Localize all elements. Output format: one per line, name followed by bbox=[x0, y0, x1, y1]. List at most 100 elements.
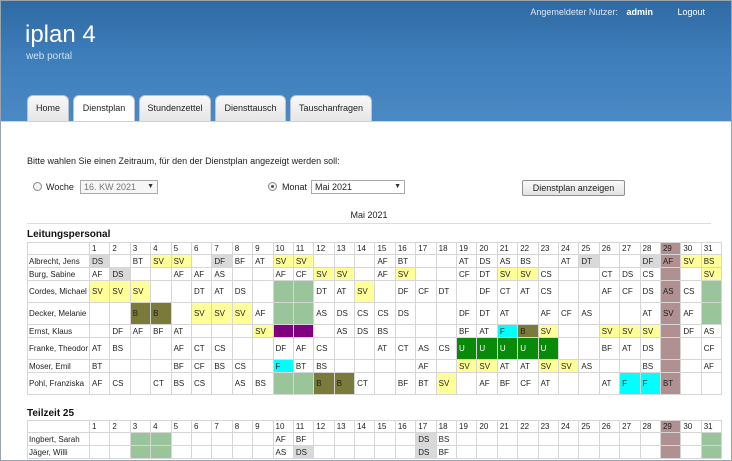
tab-home[interactable]: Home bbox=[27, 95, 69, 121]
shift-cell[interactable] bbox=[456, 280, 478, 303]
shift-cell[interactable] bbox=[252, 267, 274, 281]
shift-cell[interactable] bbox=[578, 432, 600, 446]
shift-cell[interactable] bbox=[557, 432, 580, 446]
shift-cell[interactable] bbox=[659, 359, 682, 373]
shift-cell[interactable] bbox=[557, 280, 580, 303]
shift-cell[interactable]: BF bbox=[598, 337, 621, 360]
shift-cell[interactable] bbox=[496, 445, 519, 459]
shift-cell[interactable]: CS bbox=[537, 280, 559, 303]
shift-cell[interactable]: DT bbox=[190, 280, 213, 303]
shift-cell[interactable]: CS bbox=[435, 337, 458, 360]
shift-cell[interactable] bbox=[333, 337, 356, 360]
shift-cell[interactable] bbox=[150, 280, 172, 303]
shift-cell[interactable]: CF bbox=[190, 359, 213, 373]
shift-cell[interactable] bbox=[354, 267, 376, 281]
shift-cell[interactable]: DS bbox=[639, 337, 661, 360]
shift-cell[interactable] bbox=[537, 445, 559, 459]
shift-cell[interactable] bbox=[129, 372, 152, 395]
shift-cell[interactable]: U bbox=[476, 337, 498, 360]
shift-cell[interactable] bbox=[333, 359, 356, 373]
shift-cell[interactable]: BF bbox=[150, 324, 172, 338]
shift-cell[interactable]: DT bbox=[435, 280, 458, 303]
shift-cell[interactable]: CS bbox=[639, 267, 661, 281]
shift-cell[interactable]: DF bbox=[211, 254, 233, 268]
shift-cell[interactable]: CT bbox=[190, 337, 213, 360]
shift-cell[interactable]: F bbox=[272, 359, 294, 373]
shift-cell[interactable]: F bbox=[496, 324, 519, 338]
shift-cell[interactable] bbox=[190, 324, 213, 338]
shift-cell[interactable] bbox=[272, 324, 294, 338]
shift-cell[interactable]: AS bbox=[415, 337, 437, 360]
shift-cell[interactable] bbox=[598, 302, 621, 325]
shift-cell[interactable]: SV bbox=[496, 267, 519, 281]
shift-cell[interactable] bbox=[150, 359, 172, 373]
shift-cell[interactable]: CS bbox=[109, 372, 131, 395]
shift-cell[interactable] bbox=[659, 432, 682, 446]
shift-cell[interactable] bbox=[313, 432, 335, 446]
shift-cell[interactable]: B bbox=[129, 302, 152, 325]
shift-cell[interactable] bbox=[354, 445, 376, 459]
shift-cell[interactable] bbox=[211, 432, 233, 446]
tab-dienstplan[interactable]: Dienstplan bbox=[73, 95, 135, 122]
shift-cell[interactable]: DF bbox=[476, 280, 498, 303]
shift-cell[interactable] bbox=[252, 432, 274, 446]
shift-cell[interactable] bbox=[578, 267, 600, 281]
shift-cell[interactable] bbox=[333, 254, 356, 268]
shift-cell[interactable]: SV bbox=[476, 359, 498, 373]
shift-cell[interactable]: SV bbox=[557, 359, 580, 373]
month-select[interactable]: Mai 2021 ▼ bbox=[311, 180, 405, 194]
shift-cell[interactable]: SV bbox=[150, 254, 172, 268]
shift-cell[interactable] bbox=[435, 302, 458, 325]
shift-cell[interactable] bbox=[476, 445, 498, 459]
shift-cell[interactable]: AT bbox=[170, 324, 192, 338]
shift-cell[interactable] bbox=[374, 445, 396, 459]
shift-cell[interactable] bbox=[150, 267, 172, 281]
shift-cell[interactable] bbox=[659, 267, 682, 281]
shift-cell[interactable]: U bbox=[456, 337, 478, 360]
shift-cell[interactable] bbox=[354, 254, 376, 268]
shift-cell[interactable] bbox=[456, 432, 478, 446]
shift-cell[interactable]: SV bbox=[598, 324, 621, 338]
shift-cell[interactable] bbox=[190, 432, 213, 446]
shift-cell[interactable]: AF bbox=[272, 432, 294, 446]
shift-cell[interactable] bbox=[231, 445, 254, 459]
shift-cell[interactable]: U bbox=[496, 337, 519, 360]
shift-cell[interactable] bbox=[619, 302, 641, 325]
shift-cell[interactable]: CF bbox=[292, 267, 315, 281]
shift-cell[interactable] bbox=[354, 337, 376, 360]
month-radio[interactable] bbox=[268, 182, 277, 191]
shift-cell[interactable] bbox=[578, 280, 600, 303]
shift-cell[interactable] bbox=[496, 432, 519, 446]
shift-cell[interactable] bbox=[659, 445, 682, 459]
shift-cell[interactable]: SV bbox=[190, 302, 213, 325]
shift-cell[interactable]: U bbox=[517, 337, 539, 360]
shift-cell[interactable] bbox=[619, 359, 641, 373]
shift-cell[interactable] bbox=[292, 372, 315, 395]
shift-cell[interactable]: SV bbox=[333, 267, 356, 281]
shift-cell[interactable]: DS bbox=[415, 445, 437, 459]
shift-cell[interactable]: BT bbox=[394, 254, 417, 268]
shift-cell[interactable] bbox=[557, 324, 580, 338]
shift-cell[interactable]: BF bbox=[292, 432, 315, 446]
shift-cell[interactable]: CS bbox=[313, 337, 335, 360]
shift-cell[interactable]: AT bbox=[211, 280, 233, 303]
shift-cell[interactable]: CF bbox=[517, 372, 539, 395]
shift-cell[interactable] bbox=[211, 324, 233, 338]
shift-cell[interactable]: AT bbox=[639, 302, 661, 325]
shift-cell[interactable] bbox=[252, 337, 274, 360]
shift-cell[interactable] bbox=[88, 302, 111, 325]
shift-cell[interactable] bbox=[578, 372, 600, 395]
shift-cell[interactable]: BT bbox=[292, 359, 315, 373]
shift-cell[interactable]: AF bbox=[659, 254, 682, 268]
shift-cell[interactable]: CF bbox=[619, 280, 641, 303]
shift-cell[interactable] bbox=[639, 432, 661, 446]
shift-cell[interactable] bbox=[109, 445, 131, 459]
shift-cell[interactable]: CS bbox=[354, 302, 376, 325]
shift-cell[interactable] bbox=[88, 432, 111, 446]
shift-cell[interactable] bbox=[374, 432, 396, 446]
shift-cell[interactable]: DS bbox=[109, 267, 131, 281]
shift-cell[interactable]: U bbox=[537, 337, 559, 360]
shift-cell[interactable] bbox=[109, 359, 131, 373]
shift-cell[interactable] bbox=[170, 432, 192, 446]
shift-cell[interactable]: AT bbox=[557, 254, 580, 268]
